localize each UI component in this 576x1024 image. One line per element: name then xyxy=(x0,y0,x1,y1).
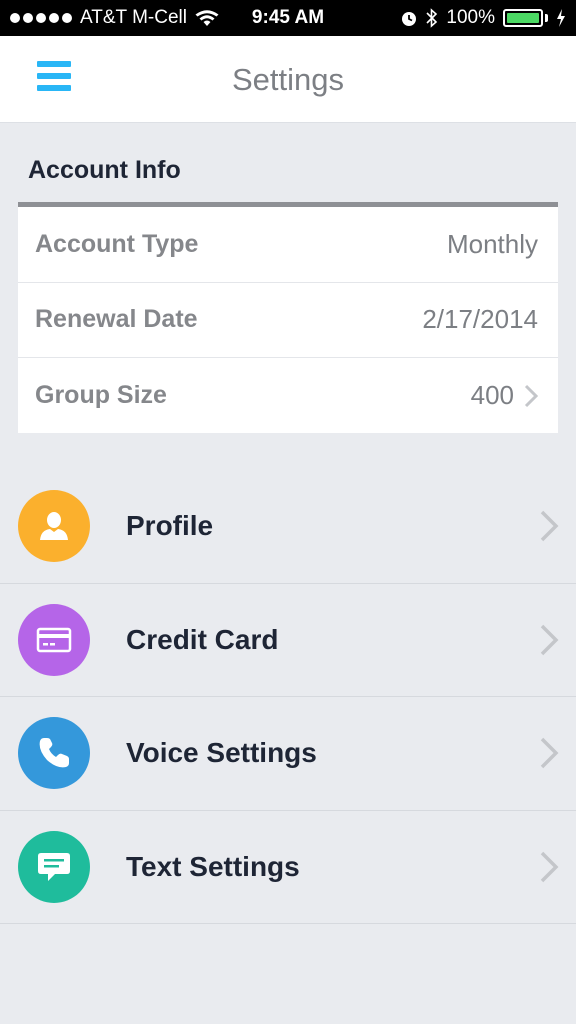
text-settings-icon-circle xyxy=(18,830,90,903)
status-right: 100% xyxy=(400,7,566,29)
account-type-row: Account Type Monthly xyxy=(18,207,558,283)
menu-label-voice-settings: Voice Settings xyxy=(126,737,317,769)
group-size-label: Group Size xyxy=(35,381,167,410)
renewal-date-text: 2/17/2014 xyxy=(422,304,538,335)
group-size-value: 400 xyxy=(471,380,538,411)
settings-menu-list: Profile Credit Card Voice Settings Text … xyxy=(0,470,576,924)
renewal-date-row: Renewal Date 2/17/2014 xyxy=(18,283,558,358)
account-type-text: Monthly xyxy=(446,228,538,259)
chevron-right-icon xyxy=(540,738,559,769)
menu-item-profile[interactable]: Profile xyxy=(0,470,576,584)
charging-bolt-icon xyxy=(557,9,565,27)
menu-item-text-settings[interactable]: Text Settings xyxy=(0,811,576,924)
menu-item-credit-card[interactable]: Credit Card xyxy=(0,584,576,697)
carrier-name: AT&T M-Cell xyxy=(80,7,187,28)
bluetooth-icon xyxy=(426,8,438,28)
menu-item-voice-settings[interactable]: Voice Settings xyxy=(0,697,576,811)
chat-bubble-icon xyxy=(38,852,70,881)
account-type-value: Monthly xyxy=(447,229,538,260)
nav-bar: Settings xyxy=(0,36,576,123)
menu-label-credit-card: Credit Card xyxy=(126,623,279,655)
group-size-text: 400 xyxy=(470,380,514,411)
battery-icon xyxy=(503,9,548,27)
user-icon xyxy=(40,512,68,541)
signal-strength-icon xyxy=(10,13,72,23)
battery-percent: 100% xyxy=(446,7,495,28)
account-info-card: Account Type Monthly Renewal Date 2/17/2… xyxy=(18,202,558,433)
status-left: AT&T M-Cell xyxy=(10,7,219,29)
account-type-label: Account Type xyxy=(35,229,199,258)
chevron-right-icon xyxy=(540,851,559,882)
profile-icon-circle xyxy=(18,490,90,563)
chevron-right-icon xyxy=(540,624,559,655)
page-title: Settings xyxy=(231,62,344,97)
group-size-row[interactable]: Group Size 400 xyxy=(18,358,558,434)
renewal-date-label: Renewal Date xyxy=(35,305,198,334)
status-bar: AT&T M-Cell 9:45 AM 100% xyxy=(0,0,576,36)
wifi-icon xyxy=(195,10,219,26)
chevron-right-icon xyxy=(540,511,559,542)
account-info-heading: Account Info xyxy=(28,156,181,184)
phone-icon xyxy=(39,738,69,768)
menu-label-profile: Profile xyxy=(126,510,214,542)
credit-card-icon xyxy=(36,627,72,652)
voice-settings-icon-circle xyxy=(18,717,90,790)
chevron-right-icon xyxy=(524,384,538,407)
alarm-icon xyxy=(402,12,417,26)
menu-label-text-settings: Text Settings xyxy=(126,850,300,882)
renewal-date-value: 2/17/2014 xyxy=(422,304,538,335)
credit-card-icon-circle xyxy=(18,603,90,676)
